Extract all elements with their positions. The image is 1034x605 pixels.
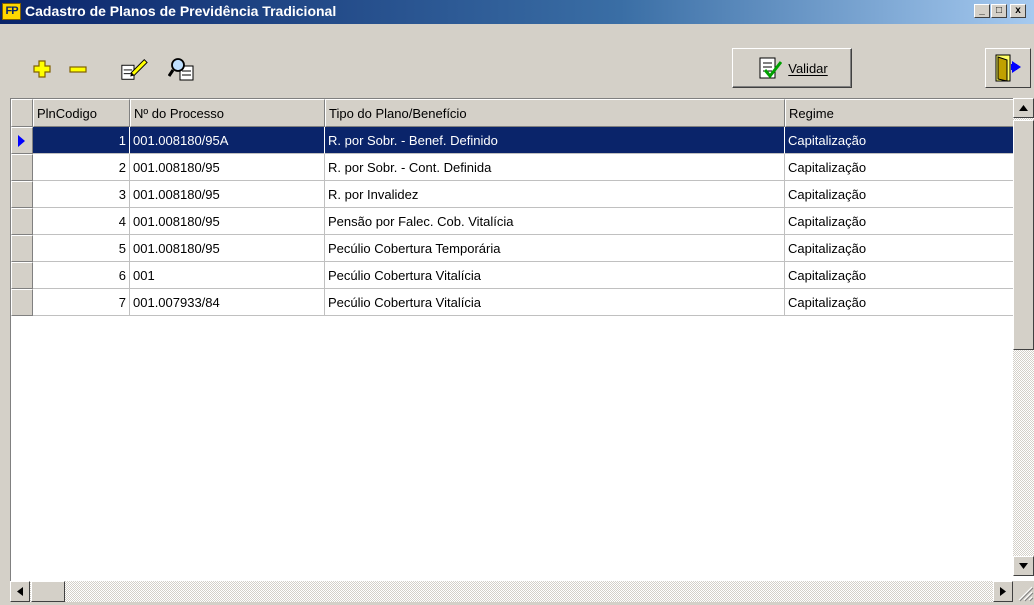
scroll-down-button[interactable]	[1013, 556, 1034, 576]
row-indicator[interactable]	[11, 154, 33, 181]
arrow-right-icon	[1000, 587, 1006, 596]
cell-processo[interactable]: 001.008180/95	[130, 235, 325, 262]
exit-door-icon	[995, 54, 1021, 82]
grid-rows: 1 001.008180/95A R. por Sobr. - Benef. D…	[11, 127, 1014, 316]
arrow-left-icon	[17, 587, 23, 596]
row-indicator[interactable]	[11, 181, 33, 208]
cell-tipo[interactable]: Pensão por Falec. Cob. Vitalícia	[325, 208, 785, 235]
cell-tipo[interactable]: R. por Sobr. - Cont. Definida	[325, 154, 785, 181]
resize-grip-icon	[1018, 586, 1034, 602]
checklist-icon	[759, 57, 783, 79]
scroll-left-button[interactable]	[10, 581, 30, 602]
current-row-arrow-icon	[18, 135, 25, 147]
cell-plncodigo[interactable]: 6	[33, 262, 130, 289]
edit-pencil-icon	[121, 59, 148, 80]
minimize-button[interactable]: _	[974, 4, 990, 18]
cell-plncodigo[interactable]: 2	[33, 154, 130, 181]
cell-regime[interactable]: Capitalização	[785, 262, 1014, 289]
close-button[interactable]: x	[1010, 4, 1026, 18]
horizontal-scrollbar[interactable]	[10, 581, 1013, 602]
arrow-down-icon	[1019, 563, 1028, 569]
cell-plncodigo[interactable]: 3	[33, 181, 130, 208]
row-indicator[interactable]	[11, 208, 33, 235]
table-row[interactable]: 5 001.008180/95 Pecúlio Cobertura Tempor…	[11, 235, 1014, 262]
search-button[interactable]	[168, 56, 196, 82]
cell-plncodigo[interactable]: 4	[33, 208, 130, 235]
row-indicator[interactable]	[11, 127, 33, 154]
title-bar: FP Cadastro de Planos de Previdência Tra…	[0, 0, 1034, 24]
cell-regime[interactable]: Capitalização	[785, 127, 1014, 154]
column-header-plncodigo[interactable]: PlnCodigo	[33, 99, 130, 127]
horizontal-scroll-thumb[interactable]	[31, 581, 65, 602]
cell-processo[interactable]: 001.007933/84	[130, 289, 325, 316]
edit-button[interactable]	[120, 56, 148, 82]
cell-regime[interactable]: Capitalização	[785, 235, 1014, 262]
cell-regime[interactable]: Capitalização	[785, 208, 1014, 235]
cell-regime[interactable]: Capitalização	[785, 154, 1014, 181]
window-title: Cadastro de Planos de Previdência Tradic…	[25, 3, 337, 19]
cell-processo[interactable]: 001	[130, 262, 325, 289]
grid-left-margin	[0, 98, 10, 602]
header-indicator	[11, 99, 33, 127]
column-header-processo[interactable]: Nº do Processo	[130, 99, 325, 127]
cell-tipo[interactable]: R. por Sobr. - Benef. Definido	[325, 127, 785, 154]
cell-plncodigo[interactable]: 1	[33, 127, 130, 154]
table-row[interactable]: 4 001.008180/95 Pensão por Falec. Cob. V…	[11, 208, 1014, 235]
table-row[interactable]: 3 001.008180/95 R. por Invalidez Capital…	[11, 181, 1014, 208]
cell-plncodigo[interactable]: 5	[33, 235, 130, 262]
add-button[interactable]	[28, 56, 56, 82]
vertical-scroll-thumb[interactable]	[1013, 120, 1034, 350]
vertical-scrollbar[interactable]	[1013, 98, 1034, 576]
column-header-tipo[interactable]: Tipo do Plano/Benefício	[325, 99, 785, 127]
row-indicator[interactable]	[11, 262, 33, 289]
cell-tipo[interactable]: Pecúlio Cobertura Vitalícia	[325, 262, 785, 289]
column-header-regime[interactable]: Regime	[785, 99, 1014, 127]
resize-grip[interactable]	[1013, 581, 1034, 602]
plus-icon	[33, 60, 51, 78]
cell-tipo[interactable]: Pecúlio Cobertura Vitalícia	[325, 289, 785, 316]
app-logo-icon: FP	[2, 3, 21, 20]
table-row[interactable]: 2 001.008180/95 R. por Sobr. - Cont. Def…	[11, 154, 1014, 181]
table-row[interactable]: 7 001.007933/84 Pecúlio Cobertura Vitalí…	[11, 289, 1014, 316]
maximize-button[interactable]: □	[991, 4, 1007, 18]
cell-regime[interactable]: Capitalização	[785, 289, 1014, 316]
row-indicator[interactable]	[11, 289, 33, 316]
cell-processo[interactable]: 001.008180/95	[130, 154, 325, 181]
table-row[interactable]: 6 001 Pecúlio Cobertura Vitalícia Capita…	[11, 262, 1014, 289]
remove-button[interactable]	[64, 56, 92, 82]
grid-header: PlnCodigo Nº do Processo Tipo do Plano/B…	[11, 99, 1014, 127]
cell-processo[interactable]: 001.008180/95A	[130, 127, 325, 154]
toolbar	[0, 24, 1034, 96]
cell-processo[interactable]: 001.008180/95	[130, 181, 325, 208]
validar-label: Validar	[788, 60, 828, 76]
scroll-up-button[interactable]	[1013, 98, 1034, 118]
cell-processo[interactable]: 001.008180/95	[130, 208, 325, 235]
cell-tipo[interactable]: R. por Invalidez	[325, 181, 785, 208]
scroll-right-button[interactable]	[993, 581, 1013, 602]
exit-button[interactable]	[985, 48, 1031, 88]
minus-icon	[69, 66, 87, 73]
cell-tipo[interactable]: Pecúlio Cobertura Temporária	[325, 235, 785, 262]
arrow-up-icon	[1019, 105, 1028, 111]
row-indicator[interactable]	[11, 235, 33, 262]
search-icon	[168, 58, 194, 81]
cell-plncodigo[interactable]: 7	[33, 289, 130, 316]
planos-grid: PlnCodigo Nº do Processo Tipo do Plano/B…	[10, 98, 1034, 602]
cell-regime[interactable]: Capitalização	[785, 181, 1014, 208]
table-row[interactable]: 1 001.008180/95A R. por Sobr. - Benef. D…	[11, 127, 1014, 154]
validar-button[interactable]: Validar	[732, 48, 852, 88]
